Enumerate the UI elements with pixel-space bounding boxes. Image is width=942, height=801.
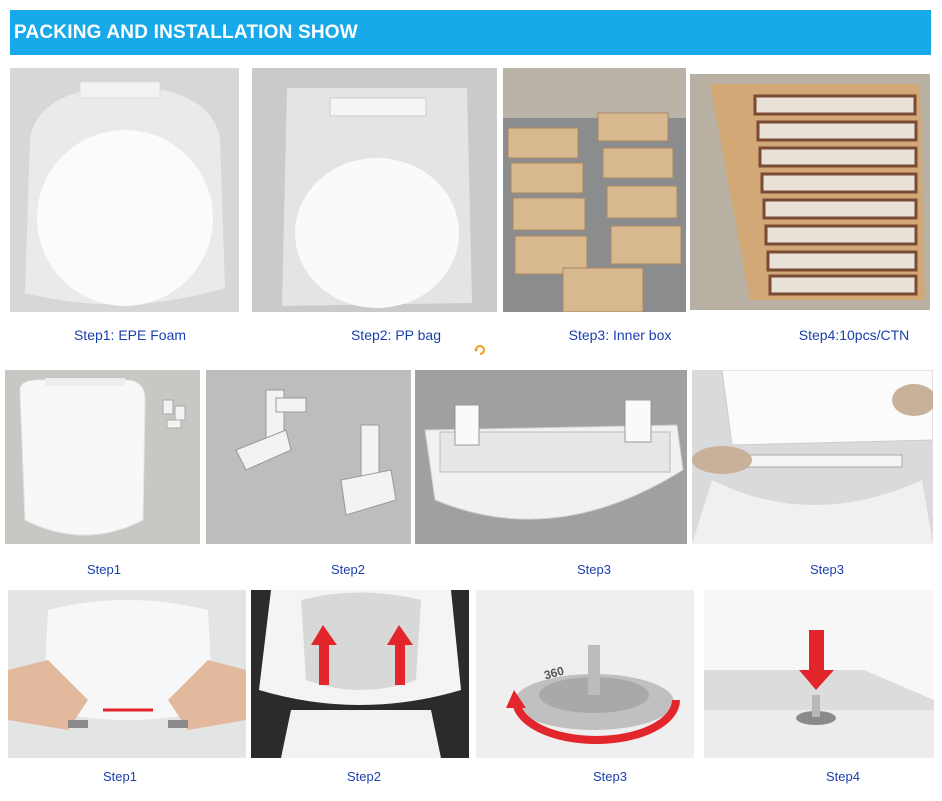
photo-carton: [690, 74, 930, 310]
section-banner: PACKING AND INSTALLATION SHOW: [10, 10, 931, 55]
caption-row3-step3: Step3: [593, 769, 627, 784]
photo-epe-foam: [10, 68, 239, 312]
photo-rotate-360: [476, 590, 694, 758]
photo-hands-press: [8, 590, 246, 758]
photo-seat-parts: [5, 370, 200, 544]
caption-row2-step3b: Step3: [810, 562, 844, 577]
photo-pp-bag: [252, 68, 497, 312]
caption-row3-step1: Step1: [103, 769, 137, 784]
caption-row1-step1: Step1: EPE Foam: [73, 327, 187, 343]
refresh-icon: [474, 345, 485, 355]
caption-row1-step4: Step4:10pcs/CTN: [798, 327, 910, 343]
caption-row3-step2: Step2: [347, 769, 381, 784]
caption-row2-step3: Step3: [577, 562, 611, 577]
caption-row2-step1: Step1: [87, 562, 121, 577]
photo-hinge-fittings: [206, 370, 411, 544]
caption-row1-step3: Step3: Inner box: [568, 327, 672, 343]
photo-lift-arrows: [251, 590, 469, 758]
photo-inner-boxes: [503, 68, 686, 312]
photo-hinges-on-seat: [415, 370, 687, 544]
photo-press-down: [704, 590, 934, 758]
photo-hinges-on-bowl: [692, 370, 933, 544]
caption-row1-step2: Step2: PP bag: [350, 327, 442, 343]
caption-row2-step2: Step2: [331, 562, 365, 577]
caption-row3-step4: Step4: [826, 769, 860, 784]
